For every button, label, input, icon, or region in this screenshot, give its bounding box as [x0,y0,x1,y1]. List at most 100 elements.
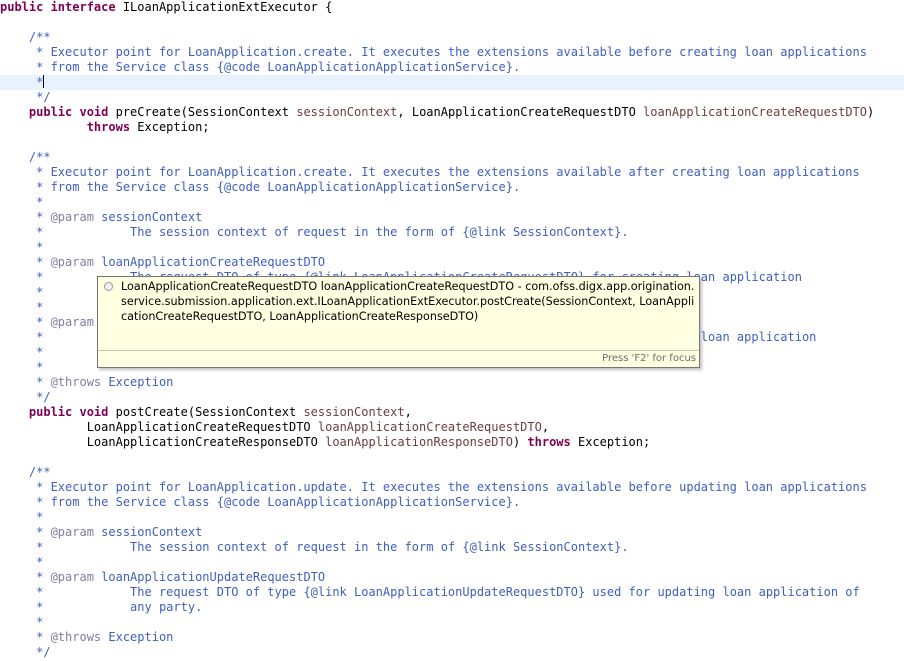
keyword-token: interface [51,0,123,14]
code-line[interactable] [0,135,904,150]
comment-token: * [0,615,43,629]
code-line[interactable]: * any party. [0,600,904,615]
code-line[interactable]: * from the Service class {@code LoanAppl… [0,60,904,75]
comment-token: {@link SessionContext}. [462,540,628,554]
code-line[interactable]: */ [0,390,904,405]
code-line[interactable]: */ [0,90,904,105]
keyword-token: void [79,405,115,419]
code-line[interactable]: * @param sessionContext [0,210,904,225]
code-line[interactable]: * The request DTO of type {@link LoanApp… [0,585,904,600]
comment-token: * Executor point for LoanApplication.cre… [0,165,860,179]
javadoc-tag-token: @throws [51,375,109,389]
javadoc-tag-token: @param [51,570,102,584]
comment-token: Exception [108,375,173,389]
code-token: ILoanApplicationExtExecutor { [123,0,333,14]
code-line[interactable]: * [0,510,904,525]
comment-token: * [0,555,43,569]
code-line[interactable]: */ [0,645,904,660]
comment-token: * [0,525,51,539]
code-line[interactable] [0,15,904,30]
comment-token: * [0,210,51,224]
comment-token: Exception [108,630,173,644]
code-token: , LoanApplicationCreateRequestDTO [397,105,643,119]
code-line[interactable]: * [0,615,904,630]
code-line[interactable]: * The session context of request in the … [0,225,904,240]
code-token: , [542,420,549,434]
code-line[interactable]: public void preCreate(SessionContext ses… [0,105,904,120]
code-token: LoanApplicationCreateRequestDTO [0,420,318,434]
code-token: Exception; [578,435,650,449]
code-line[interactable]: /** [0,465,904,480]
comment-token: * [0,300,43,314]
hover-divider [98,350,699,351]
code-line[interactable]: * Executor point for LoanApplication.cre… [0,165,904,180]
comment-token: * [0,195,43,209]
parameter-token: sessionContext [303,405,404,419]
code-token: , [405,405,412,419]
code-line[interactable]: * from the Service class {@code LoanAppl… [0,180,904,195]
comment-token: * any party. [0,600,202,614]
code-line[interactable]: * [0,195,904,210]
keyword-token: public [0,0,51,14]
code-line[interactable]: * Executor point for LoanApplication.upd… [0,480,904,495]
parameter-token: sessionContext [296,105,397,119]
comment-token: * [0,360,43,374]
parameter-token: loanApplicationResponseDTO [325,435,513,449]
keyword-token: throws [527,435,578,449]
code-line[interactable]: * @param loanApplicationUpdateRequestDTO [0,570,904,585]
comment-token: {@link SessionContext}. [462,225,628,239]
code-line[interactable]: * @throws Exception [0,375,904,390]
code-line[interactable]: LoanApplicationCreateRequestDTO loanAppl… [0,420,904,435]
code-line[interactable]: throws Exception; [0,120,904,135]
keyword-token: void [79,105,115,119]
comment-token: * The session context of request in the … [0,540,462,554]
comment-token: * [0,510,43,524]
code-line[interactable]: * @param sessionContext [0,525,904,540]
code-line[interactable] [0,450,904,465]
comment-token: * The request DTO of type [0,585,303,599]
code-token: Exception; [137,120,209,134]
comment-token: sessionContext [101,525,202,539]
comment-token: * The session context of request in the … [0,225,462,239]
comment-token: */ [0,645,51,659]
comment-token: loanApplicationCreateRequestDTO [101,255,325,269]
comment-token: * [0,570,51,584]
keyword-token: throws [0,120,137,134]
comment-token: * [0,345,43,359]
comment-token: * [0,240,43,254]
comment-token: * [0,375,51,389]
code-line[interactable]: /** [0,150,904,165]
code-token: LoanApplicationCreateResponseDTO [0,435,325,449]
comment-token: * [0,255,51,269]
code-line[interactable]: /** [0,30,904,45]
code-line[interactable]: * from the Service class {@code LoanAppl… [0,495,904,510]
code-line[interactable]: * @throws Exception [0,630,904,645]
code-line[interactable]: public void postCreate(SessionContext se… [0,405,904,420]
javadoc-tag-token: @param [51,525,102,539]
code-line[interactable]: * [0,75,904,90]
comment-token: {@code LoanApplicationApplicationService… [217,495,520,509]
comment-token: * from the Service class [0,495,217,509]
comment-token: /** [0,465,51,479]
code-line[interactable]: * [0,240,904,255]
comment-token: sessionContext [101,210,202,224]
comment-token: * Executor point for LoanApplication.cre… [0,45,867,59]
text-caret [43,75,44,88]
parameter-token: loanApplicationCreateRequestDTO [318,420,542,434]
code-line[interactable]: LoanApplicationCreateResponseDTO loanApp… [0,435,904,450]
comment-token: */ [0,390,51,404]
code-line[interactable]: public interface ILoanApplicationExtExec… [0,0,904,15]
javadoc-hover-popup[interactable]: LoanApplicationCreateRequestDTO loanAppl… [97,276,700,368]
code-line[interactable]: * Executor point for LoanApplication.cre… [0,45,904,60]
comment-token: * [0,315,51,329]
code-token: ) [513,435,527,449]
code-line[interactable]: * [0,555,904,570]
comment-token: {@code LoanApplicationApplicationService… [217,60,520,74]
code-line[interactable]: * @param loanApplicationCreateRequestDTO [0,255,904,270]
focus-hint[interactable]: Press 'F2' for focus [602,353,696,364]
javadoc-tag-token: @param [51,210,102,224]
comment-token: * [0,630,51,644]
comment-token: /** [0,30,51,44]
code-line[interactable]: * The session context of request in the … [0,540,904,555]
comment-token: /** [0,150,51,164]
